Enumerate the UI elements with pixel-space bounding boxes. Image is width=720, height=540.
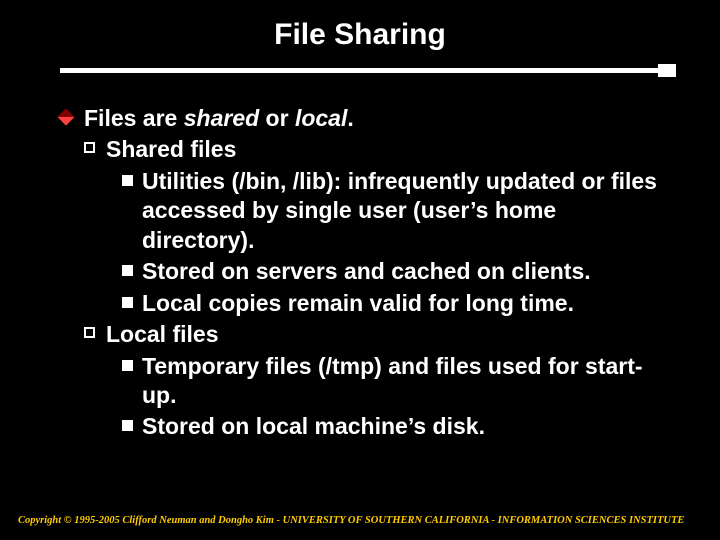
shared-b2-text: Stored on servers and cached on clients. bbox=[142, 258, 591, 284]
local-bullet-1: Temporary files (/tmp) and files used fo… bbox=[122, 352, 672, 411]
main-prefix: Files are bbox=[84, 105, 184, 131]
solid-square-icon bbox=[122, 297, 133, 308]
local-heading: Local files bbox=[84, 320, 672, 349]
shared-label: Shared files bbox=[106, 136, 236, 162]
shared-bullet-2: Stored on servers and cached on clients. bbox=[122, 257, 672, 286]
local-b2-text: Stored on local machine’s disk. bbox=[142, 413, 485, 439]
main-suffix: . bbox=[347, 105, 353, 131]
solid-square-icon bbox=[122, 360, 133, 371]
content: Files are shared or local. Shared files … bbox=[0, 78, 720, 442]
local-bullet-2: Stored on local machine’s disk. bbox=[122, 412, 672, 441]
shared-heading: Shared files bbox=[84, 135, 672, 164]
slide: File Sharing Files are shared or local. … bbox=[0, 0, 720, 540]
local-label: Local files bbox=[106, 321, 218, 347]
solid-square-icon bbox=[122, 175, 133, 186]
solid-square-icon bbox=[122, 420, 133, 431]
shared-b1-text: Utilities (/bin, /lib): infrequently upd… bbox=[142, 168, 657, 253]
footer-copyright: Copyright © 1995-2005 Clifford Neuman an… bbox=[18, 515, 684, 526]
diamond-bullet-icon bbox=[58, 109, 75, 126]
main-mid: or bbox=[259, 105, 295, 131]
main-em-local: local bbox=[295, 105, 347, 131]
shared-bullet-1: Utilities (/bin, /lib): infrequently upd… bbox=[122, 167, 672, 255]
rule-line bbox=[60, 68, 674, 73]
local-b1-text: Temporary files (/tmp) and files used fo… bbox=[142, 353, 643, 408]
main-text: Files are shared or local. bbox=[84, 105, 354, 131]
hollow-square-icon bbox=[84, 142, 95, 153]
shared-bullet-3: Local copies remain valid for long time. bbox=[122, 289, 672, 318]
slide-title: File Sharing bbox=[0, 0, 720, 64]
solid-square-icon bbox=[122, 265, 133, 276]
rule-endcap bbox=[658, 64, 676, 77]
shared-b3-text: Local copies remain valid for long time. bbox=[142, 290, 574, 316]
main-point: Files are shared or local. bbox=[60, 104, 672, 133]
main-em-shared: shared bbox=[184, 105, 259, 131]
hollow-square-icon bbox=[84, 327, 95, 338]
title-rule bbox=[60, 64, 674, 78]
